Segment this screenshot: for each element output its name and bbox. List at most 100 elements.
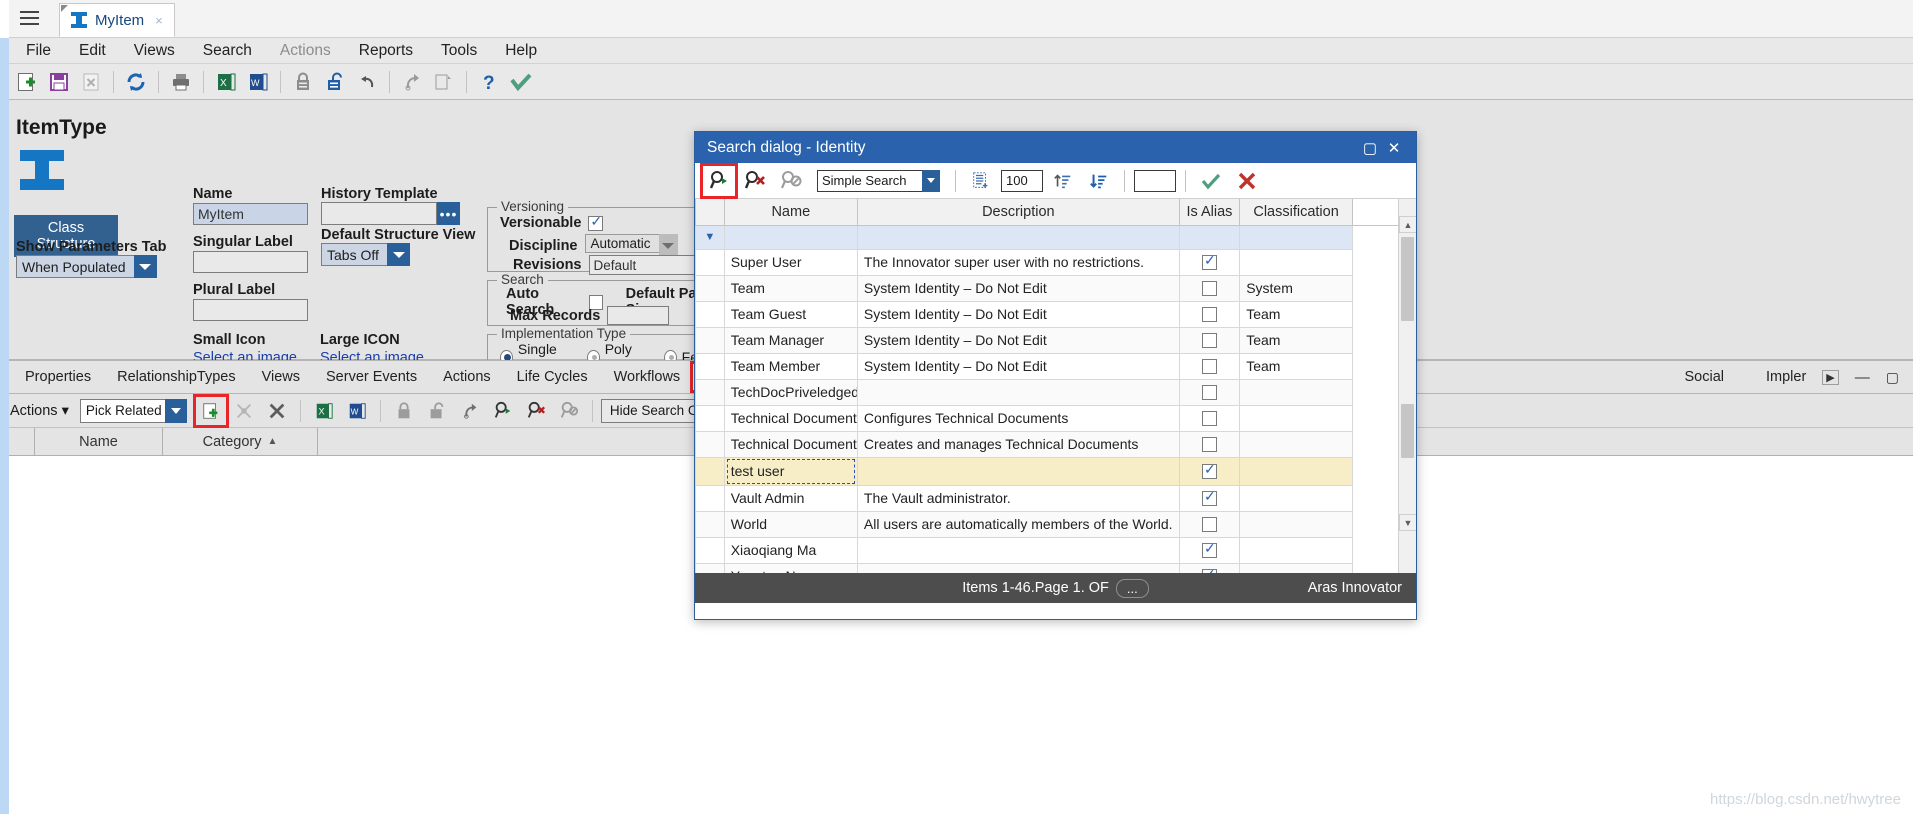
table-row[interactable]: Team System Identity – Do Not Edit Syste… [695,274,1416,302]
tab-actions[interactable]: Actions [430,369,504,385]
row-selector[interactable] [695,430,725,458]
relationship-grid-col-name[interactable]: Name [35,428,163,455]
search-mode-select[interactable]: Simple Search [817,169,940,192]
clear-search-icon[interactable] [739,166,771,196]
delete-x-icon[interactable] [262,397,292,425]
scroll-up-icon[interactable]: ▲ [1399,216,1416,233]
cell-is-alias[interactable] [1178,352,1241,380]
row-selector[interactable] [695,300,725,328]
history-template-input[interactable] [321,202,437,225]
filter-classification-input[interactable] [1239,224,1353,250]
export-word-icon[interactable]: W [342,397,372,425]
scroll-down-icon[interactable]: ▼ [1399,514,1416,531]
tab-workflows[interactable]: Workflows [601,369,694,385]
tab-relationshiptypes[interactable]: RelationshipTypes [104,369,249,385]
row-selector[interactable] [695,456,725,486]
col-classification[interactable]: Classification [1239,199,1353,226]
tab-life-cycles[interactable]: Life Cycles [504,369,601,385]
tab-social[interactable]: Social [1672,369,1738,385]
tab-views[interactable]: Views [249,369,313,385]
table-row[interactable]: Technical Document... Configures Technic… [695,404,1416,432]
save-icon[interactable] [44,68,74,96]
clear-search-icon[interactable] [521,397,551,425]
run-search-icon[interactable] [488,397,518,425]
page-size-input[interactable]: 100 [1001,169,1043,192]
tab-properties[interactable]: Properties [12,369,104,385]
col-name[interactable]: Name [723,199,858,226]
restore-icon[interactable]: ▢ [1358,139,1382,157]
table-row[interactable]: Yongtao Nan [695,562,1416,573]
relationship-actions-menu[interactable]: Actions ▾ [10,403,69,419]
menu-item-reports[interactable]: Reports [345,42,427,60]
row-selector[interactable] [695,536,725,564]
refresh-icon[interactable] [121,68,151,96]
menu-item-edit[interactable]: Edit [65,42,120,60]
maximize-button[interactable]: ▢ [1886,369,1899,386]
unlock-icon[interactable] [320,68,350,96]
table-row[interactable]: Team Member System Identity – Do Not Edi… [695,352,1416,380]
undo-icon[interactable] [352,68,382,96]
menu-item-help[interactable]: Help [491,42,551,60]
menu-item-views[interactable]: Views [120,42,189,60]
menu-item-search[interactable]: Search [189,42,266,60]
close-icon[interactable]: × [155,13,163,28]
cell-is-alias[interactable] [1178,326,1241,354]
default-structure-view-select[interactable]: Tabs Off [321,243,410,266]
cell-is-alias[interactable] [1178,562,1241,573]
export-word-icon[interactable]: W [243,68,273,96]
history-template-browse-button[interactable]: ••• [437,202,460,225]
new-item-icon[interactable] [12,68,42,96]
close-icon[interactable]: ✕ [1382,139,1406,157]
document-tab-myitem[interactable]: MyItem × [59,3,175,37]
history-template-field[interactable]: ••• [321,202,460,225]
selection-color-box[interactable] [1134,169,1176,192]
apply-check-icon[interactable] [1195,166,1227,196]
table-row[interactable]: World All users are automatically member… [695,510,1416,538]
page-select-icon[interactable] [965,166,997,196]
sort-descending-icon[interactable] [1083,166,1115,196]
cell-is-alias[interactable] [1178,484,1241,512]
export-excel-icon[interactable]: X [211,68,241,96]
cell-is-alias[interactable] [1178,430,1241,458]
search-dialog-titlebar[interactable]: Search dialog - Identity ▢ ✕ [695,132,1416,163]
col-is-alias[interactable]: Is Alias [1178,199,1241,226]
table-row-selected[interactable]: test user [695,456,1416,486]
relationship-grid-col-category[interactable]: Category ▲ [163,428,318,455]
versionable-checkbox[interactable] [588,213,604,231]
table-row[interactable]: Team Guest System Identity – Do Not Edit… [695,300,1416,328]
export-excel-icon[interactable]: X [309,397,339,425]
table-row[interactable]: Vault Admin The Vault administrator. [695,484,1416,512]
help-icon[interactable]: ? [474,68,504,96]
table-row[interactable]: Xiaoqiang Ma [695,536,1416,564]
print-icon[interactable] [166,68,196,96]
menu-hamburger-icon[interactable] [9,0,49,37]
cell-name-editing[interactable]: test user [723,456,858,486]
cell-is-alias[interactable] [1178,456,1241,486]
minimize-button[interactable]: — [1855,369,1870,386]
cell-is-alias[interactable] [1178,300,1241,328]
cell-is-alias[interactable] [1178,404,1241,432]
row-selector[interactable] [695,510,725,538]
col-description[interactable]: Description [856,199,1180,226]
search-filter-row[interactable]: ▼ [695,224,1416,250]
row-selector[interactable] [695,378,725,406]
scrollbar-thumb-lower[interactable] [1401,404,1414,458]
tab-server-events[interactable]: Server Events [313,369,430,385]
row-selector[interactable] [695,274,725,302]
sort-ascending-icon[interactable] [1047,166,1079,196]
filter-description-input[interactable] [856,224,1180,250]
table-row[interactable]: Super User The Innovator super user with… [695,248,1416,276]
results-scrollbar[interactable]: ▲ ▼ [1398,199,1416,573]
row-selector[interactable] [695,352,725,380]
cell-is-alias[interactable] [1178,378,1241,406]
row-selector[interactable] [695,404,725,432]
filter-name-input[interactable] [723,224,858,250]
filter-is-alias-input[interactable] [1178,224,1241,250]
row-selector[interactable] [695,326,725,354]
tab-overflow-arrow-icon[interactable]: ▶ [1822,369,1839,385]
max-records-input[interactable] [607,306,670,325]
table-row[interactable]: Team Manager System Identity – Do Not Ed… [695,326,1416,354]
cell-is-alias[interactable] [1178,248,1241,276]
show-parameters-tab-select[interactable]: When Populated [16,255,157,278]
menu-item-tools[interactable]: Tools [427,42,491,60]
